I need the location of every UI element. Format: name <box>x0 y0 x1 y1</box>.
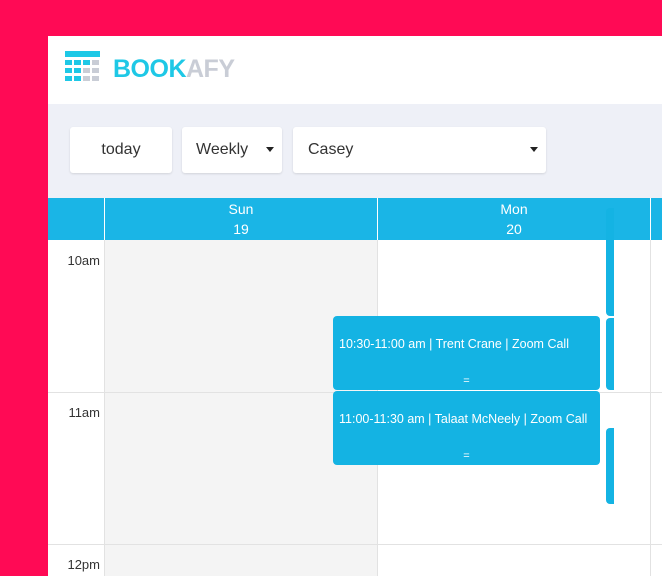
event-block-partial[interactable] <box>606 208 614 316</box>
today-button[interactable]: today <box>70 127 172 173</box>
event-title: 10:30-11:00 am | Trent Crane | Zoom Call <box>339 337 569 351</box>
grid-divider <box>650 240 651 576</box>
app-window: BOOKAFY today Weekly Casey Sun 19 Mon 20 <box>48 36 662 576</box>
staff-select-value: Casey <box>308 141 354 158</box>
event-block-partial[interactable] <box>606 318 614 390</box>
view-select[interactable]: Weekly <box>182 127 282 173</box>
event-block[interactable]: 10:30-11:00 am | Trent Crane | Zoom Call… <box>333 316 600 390</box>
day-name: Sun <box>228 201 254 217</box>
caret-down-icon <box>530 147 538 152</box>
day-header-sun[interactable]: Sun 19 <box>105 198 377 240</box>
time-label-12pm: 12pm <box>67 557 100 572</box>
calendar-toolbar: today Weekly Casey <box>48 104 662 198</box>
header-divider <box>377 198 378 240</box>
time-label-11am: 11am <box>68 405 100 420</box>
day-header-next <box>651 198 662 240</box>
app-header: BOOKAFY <box>48 36 662 104</box>
hour-line <box>48 544 662 545</box>
view-select-value: Weekly <box>196 141 249 158</box>
brand-name-part1: BOOK <box>113 55 187 83</box>
brand-name-part2: AFY <box>186 55 235 83</box>
event-block-partial[interactable] <box>606 428 614 504</box>
time-gutter-header <box>48 198 104 240</box>
today-button-label: today <box>101 141 141 158</box>
brand-logo[interactable]: BOOKAFY <box>113 54 235 84</box>
event-title: 11:00-11:30 am | Talaat McNeely | Zoom C… <box>339 412 588 426</box>
staff-select[interactable]: Casey <box>293 127 546 173</box>
header-divider <box>650 198 651 240</box>
grid-divider <box>104 240 105 576</box>
header-divider <box>104 198 105 240</box>
day-date: 19 <box>233 221 249 237</box>
resize-handle[interactable]: = <box>333 374 600 388</box>
time-label-10am: 10am <box>67 253 100 268</box>
event-block[interactable]: 11:00-11:30 am | Talaat McNeely | Zoom C… <box>333 391 600 465</box>
calendar-grid-icon <box>65 51 100 81</box>
resize-handle[interactable]: = <box>333 449 600 463</box>
caret-down-icon <box>266 147 274 152</box>
